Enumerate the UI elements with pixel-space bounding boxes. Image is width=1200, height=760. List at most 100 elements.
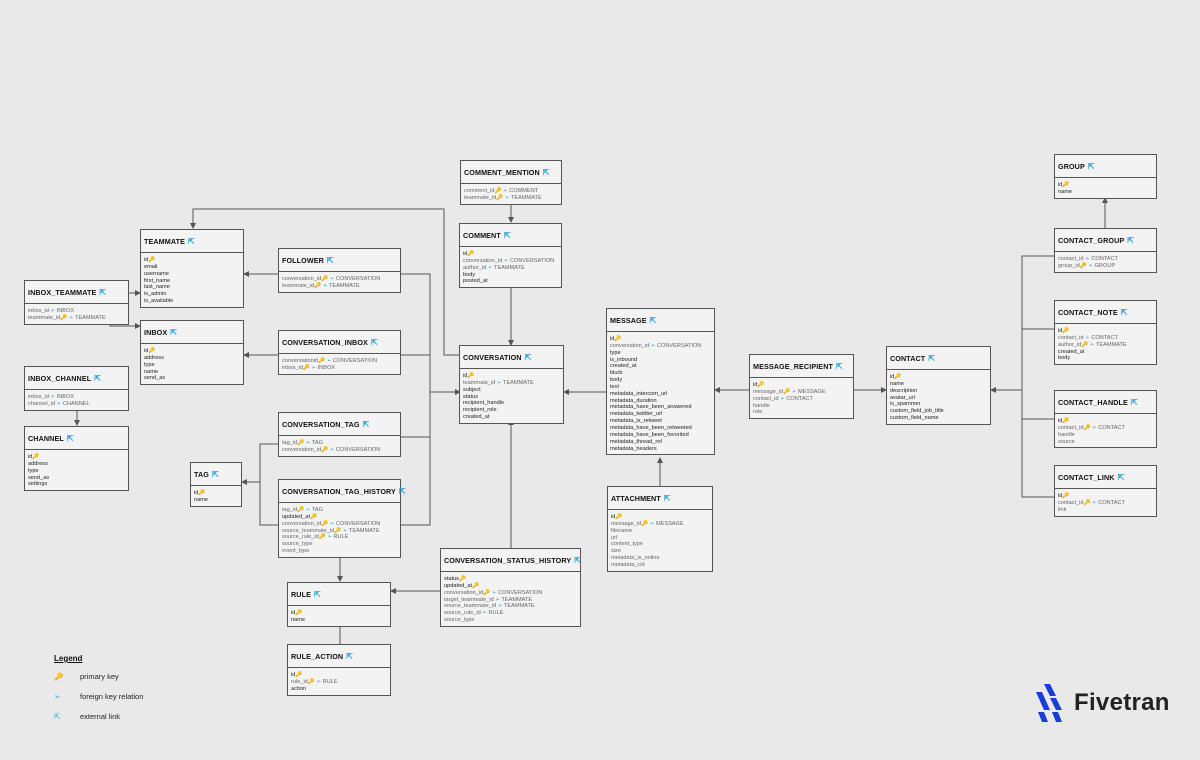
external-link-icon[interactable]: ⇱: [327, 256, 334, 265]
field-row: name: [194, 497, 238, 504]
field-row: id🔑: [463, 251, 558, 258]
external-link-icon[interactable]: ⇱: [1121, 308, 1128, 317]
field-row: type: [28, 468, 125, 475]
external-link-icon[interactable]: ⇱: [1127, 236, 1134, 245]
table-header: CONVERSATION_STATUS_HISTORY ⇱: [441, 549, 581, 572]
field-name: created_at: [463, 414, 490, 421]
field-row: link: [1058, 507, 1153, 514]
field-row: id🔑: [611, 514, 709, 521]
field-name: text: [610, 383, 620, 390]
table-header: RULE_ACTION ⇱: [288, 645, 390, 668]
field-name: rule_id: [291, 678, 308, 685]
table-name: CONVERSATION_TAG_HISTORY: [282, 486, 396, 496]
table-follower: FOLLOWER ⇱ conversation_id🔑 ➢ CONVERSATION…: [278, 248, 401, 293]
field-row: contact_id ➢ CONTACT: [1058, 335, 1153, 342]
field-row: type: [610, 350, 711, 357]
table-name: TAG: [194, 469, 209, 479]
field-row: inbox_id ➢ INBOX: [28, 394, 125, 401]
field-row: body: [1058, 355, 1153, 362]
field-row: source_type: [444, 617, 577, 624]
field-row: is_spammer: [890, 401, 987, 408]
external-link-icon[interactable]: ⇱: [170, 328, 177, 337]
table-rule: RULE ⇱ id🔑 name: [287, 582, 391, 627]
external-link-icon[interactable]: ⇱: [399, 487, 406, 496]
table-contact-note: CONTACT_NOTE ⇱ id🔑 contact_id ➢ CONTACT auth…: [1054, 300, 1157, 366]
field-row: settings: [28, 481, 125, 488]
field-row: conversation_id ➢ CONVERSATION: [463, 258, 558, 265]
field-row: id🔑: [1058, 328, 1153, 335]
key-icon: 🔑: [614, 336, 622, 342]
external-link-icon[interactable]: ⇱: [346, 652, 353, 661]
table-header: CONVERSATION ⇱: [460, 346, 563, 369]
field-row: conversation_id🔑 ➢ CONVERSATION: [282, 521, 397, 528]
legend-external-link: ⇱ external link: [54, 712, 121, 721]
field-row: source_teammate_id ➢ TEAMMATE: [444, 603, 577, 610]
external-link-icon[interactable]: ⇱: [836, 362, 843, 371]
table-name: CONTACT_GROUP: [1058, 235, 1125, 245]
table-contact-handle: CONTACT_HANDLE ⇱ id🔑 contact_id🔑 ➢ CONTACT h…: [1054, 390, 1157, 449]
field-name: handle: [753, 402, 770, 409]
table-conversation-tag: CONVERSATION_TAG ⇱ tag_id🔑 ➢ TAG conversati…: [278, 412, 401, 457]
external-link-icon[interactable]: ⇱: [650, 316, 657, 325]
field-name: conversation_id: [444, 589, 484, 596]
table-fields: inbox_id ➢ INBOX teammate_id🔑 ➢ TEAMMATE: [25, 304, 128, 324]
field-row: metadata_cid: [611, 562, 709, 569]
field-name: conversationid: [282, 358, 319, 364]
field-reference: TEAMMATE: [511, 194, 542, 201]
external-link-icon[interactable]: ⇱: [188, 237, 195, 246]
table-fields: id🔑 name description avatar_url is_spammer cu…: [887, 370, 990, 424]
field-reference: TEAMMATE: [348, 527, 380, 534]
field-row: source_rule_id🔑 ➢ RULE: [282, 534, 397, 541]
external-link-icon[interactable]: ⇱: [94, 374, 101, 383]
key-icon: 🔑: [1062, 328, 1070, 334]
field-row: username: [144, 271, 240, 278]
external-link-icon[interactable]: ⇱: [1131, 398, 1138, 407]
external-link-icon[interactable]: ⇱: [371, 338, 378, 347]
key-icon: 🔑: [472, 582, 479, 589]
external-link-icon[interactable]: ⇱: [67, 434, 74, 443]
external-link-icon[interactable]: ⇱: [363, 420, 370, 429]
external-link-icon[interactable]: ⇱: [664, 494, 671, 503]
field-row: tag_id🔑 ➢ TAG: [282, 507, 397, 514]
field-row: subject: [463, 387, 560, 394]
field-reference: CONVERSATION: [510, 257, 555, 264]
field-name: name: [291, 616, 305, 623]
external-link-icon[interactable]: ⇱: [504, 231, 511, 240]
external-link-icon[interactable]: ⇱: [543, 168, 550, 177]
field-row: id🔑: [291, 672, 387, 679]
field-name: metadata_duration: [610, 397, 657, 404]
table-comment-mention: COMMENT_MENTION ⇱ comment_id🔑 ➢ COMMENT tea…: [460, 160, 562, 205]
field-row: metadata_intercom_url: [610, 391, 711, 398]
key-icon: 🔑: [458, 576, 466, 582]
field-row: conversationid🔑 ➢ CONVERSATION: [282, 358, 397, 365]
table-fields: id🔑 email username first_name last_name is_ad…: [141, 253, 243, 307]
external-link-icon[interactable]: ⇱: [525, 353, 532, 362]
field-reference: TEAMMATE: [1096, 341, 1127, 348]
external-link-icon[interactable]: ⇱: [1118, 473, 1125, 482]
external-link-icon[interactable]: ⇱: [314, 590, 321, 599]
field-row: avatar_url: [890, 395, 987, 402]
legend-foreign-key: ➢ foreign key relation: [54, 692, 144, 701]
field-row: metadata_have_been_fovorited: [610, 432, 711, 439]
external-link-icon[interactable]: ⇱: [212, 470, 219, 479]
field-row: conversation_id ➢ CONVERSATION: [610, 343, 711, 350]
external-link-icon[interactable]: ⇱: [574, 556, 581, 565]
table-name: COMMENT_MENTION: [464, 167, 540, 177]
external-link-icon[interactable]: ⇱: [1088, 162, 1095, 171]
arrow-icon: ➢: [496, 379, 502, 386]
table-rule-action: RULE_ACTION ⇱ id🔑 rule_id🔑 ➢ RULE action: [287, 644, 391, 696]
field-row: teammate_id🔑 ➢ TEAMMATE: [28, 315, 125, 322]
external-link-icon[interactable]: ⇱: [928, 354, 935, 363]
field-name: conversation_id: [282, 276, 322, 282]
external-link-icon[interactable]: ⇱: [99, 288, 106, 297]
field-reference: CONVERSATION: [335, 446, 381, 453]
key-icon: 🔑: [1062, 182, 1070, 188]
field-row: event_type: [282, 548, 397, 555]
field-row: source_rule_id ➢ RULE: [444, 610, 577, 617]
table-header: INBOX ⇱: [141, 321, 243, 344]
field-reference: TEAMMATE: [75, 314, 106, 321]
field-reference: CONVERSATION: [335, 520, 381, 527]
table-fields: id🔑 name: [1055, 178, 1156, 198]
arrow-icon: ➢: [497, 603, 503, 610]
field-row: contact_id ➢ CONTACT: [1058, 256, 1153, 263]
